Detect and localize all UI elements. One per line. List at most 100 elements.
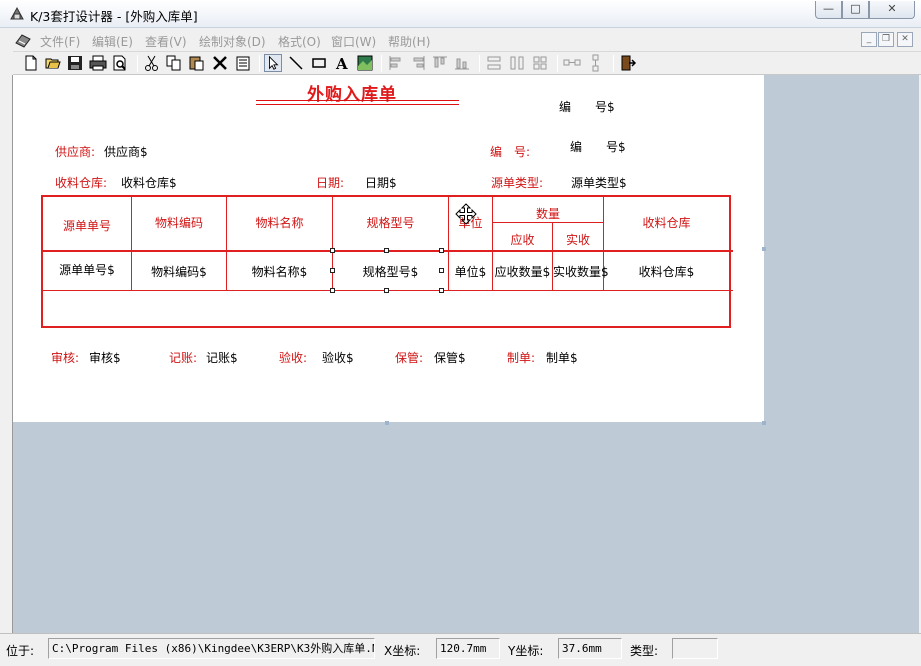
align-left-icon[interactable] <box>387 54 405 72</box>
open-folder-icon[interactable] <box>44 54 62 72</box>
header-quantity[interactable]: 数量 <box>493 205 603 222</box>
header-source-no[interactable]: 源单单号 <box>43 217 131 234</box>
toolbar: A <box>13 51 921 75</box>
cell-unit[interactable]: 单位$ <box>449 263 492 280</box>
status-type-label: 类型: <box>630 644 659 658</box>
cell-spec-model[interactable]: 规格型号$ <box>333 263 448 280</box>
header-material-name[interactable]: 物料名称 <box>227 214 332 231</box>
document-app-icon[interactable] <box>14 31 32 49</box>
menu-format[interactable]: 格式(O) <box>278 33 321 50</box>
align-top-icon[interactable] <box>431 54 449 72</box>
cell-receivable-qty[interactable]: 应收数量$ <box>493 263 552 280</box>
align-bottom-icon[interactable] <box>453 54 471 72</box>
exit-icon[interactable] <box>619 54 637 72</box>
selection-handle[interactable] <box>384 288 389 293</box>
close-button[interactable]: ✕ <box>869 1 915 19</box>
minimize-button[interactable]: — <box>815 1 842 19</box>
number-field-b[interactable]: 号$ <box>606 138 626 155</box>
inspection-label[interactable]: 验收: <box>279 349 307 366</box>
header-received[interactable]: 实收 <box>553 231 603 248</box>
selection-handle[interactable] <box>330 288 335 293</box>
table-border-bottom <box>41 326 731 328</box>
paste-icon[interactable] <box>188 54 206 72</box>
same-width-icon[interactable] <box>485 54 503 72</box>
report-page[interactable]: 外购入库单 编 号$ 供应商: 供应商$ 编 号: 编 号$ 收料仓库: 收料仓… <box>13 75 764 422</box>
move-cursor-icon <box>455 203 477 225</box>
page-resize-handle-right[interactable] <box>762 247 766 251</box>
menu-draw-object[interactable]: 绘制对象(D) <box>199 33 266 50</box>
source-type-label[interactable]: 源单类型: <box>491 174 543 191</box>
source-type-field[interactable]: 源单类型$ <box>571 174 627 191</box>
bookkeeping-label[interactable]: 记账: <box>169 349 197 366</box>
selection-handle[interactable] <box>439 288 444 293</box>
selection-handle[interactable] <box>330 248 335 253</box>
select-pointer-icon[interactable] <box>264 54 282 72</box>
warehouse-field[interactable]: 收料仓库$ <box>121 174 177 191</box>
selection-handle[interactable] <box>439 268 444 273</box>
mdi-minimize-button[interactable]: _ <box>861 32 877 47</box>
number-label[interactable]: 编 号: <box>490 143 530 160</box>
delete-icon[interactable] <box>211 54 229 72</box>
copy-icon[interactable] <box>165 54 183 72</box>
audit-label[interactable]: 审核: <box>51 349 79 366</box>
header-spec-model[interactable]: 规格型号 <box>333 214 448 231</box>
header-material-code[interactable]: 物料编码 <box>132 214 226 231</box>
bookkeeping-field[interactable]: 记账$ <box>206 349 238 366</box>
mdi-restore-button[interactable]: ❐ <box>878 32 894 47</box>
date-field[interactable]: 日期$ <box>365 174 397 191</box>
inspection-field[interactable]: 验收$ <box>322 349 354 366</box>
selection-handle[interactable] <box>439 248 444 253</box>
same-height-icon[interactable] <box>508 54 526 72</box>
form-title[interactable]: 外购入库单 <box>307 80 397 105</box>
space-horizontal-icon[interactable] <box>563 54 581 72</box>
preparer-label[interactable]: 制单: <box>507 349 535 366</box>
page-resize-handle-bottom[interactable] <box>385 421 389 425</box>
draw-line-icon[interactable] <box>287 54 305 72</box>
custody-field[interactable]: 保管$ <box>434 349 466 366</box>
print-icon[interactable] <box>89 54 107 72</box>
header-receivable[interactable]: 应收 <box>493 231 552 248</box>
menu-help[interactable]: 帮助(H) <box>388 33 430 50</box>
new-file-icon[interactable] <box>22 54 40 72</box>
quantity-subheader-divider <box>492 222 603 223</box>
audit-field[interactable]: 审核$ <box>89 349 121 366</box>
mdi-close-button[interactable]: ✕ <box>897 32 913 47</box>
print-preview-icon[interactable] <box>111 54 129 72</box>
detail-table[interactable]: 源单单号 物料编码 物料名称 规格型号 单位 数量 应收 实收 收料仓库 源单单… <box>41 195 733 328</box>
menu-view[interactable]: 查看(V) <box>145 33 187 50</box>
same-size-icon[interactable] <box>531 54 549 72</box>
custody-label[interactable]: 保管: <box>395 349 423 366</box>
table-border-top <box>41 195 731 197</box>
menu-window[interactable]: 窗口(W) <box>331 33 376 50</box>
supplier-label[interactable]: 供应商: <box>55 143 95 160</box>
top-number-field-a[interactable]: 编 <box>559 98 571 115</box>
warehouse-label[interactable]: 收料仓库: <box>55 174 107 191</box>
date-label[interactable]: 日期: <box>316 174 344 191</box>
cell-warehouse[interactable]: 收料仓库$ <box>604 263 729 280</box>
draw-image-icon[interactable] <box>356 54 374 72</box>
supplier-field[interactable]: 供应商$ <box>104 143 148 160</box>
maximize-button[interactable]: □ <box>842 1 869 19</box>
preparer-field[interactable]: 制单$ <box>546 349 578 366</box>
cut-icon[interactable] <box>143 54 161 72</box>
draw-text-icon[interactable]: A <box>333 54 351 72</box>
page-resize-handle-corner[interactable] <box>762 421 766 425</box>
selection-handle[interactable] <box>330 268 335 273</box>
properties-icon[interactable] <box>234 54 252 72</box>
top-number-field-b[interactable]: 号$ <box>595 98 615 115</box>
menu-edit[interactable]: 编辑(E) <box>92 33 133 50</box>
space-vertical-icon[interactable] <box>587 54 605 72</box>
cell-received-qty[interactable]: 实收数量$ <box>553 263 609 280</box>
design-workspace[interactable]: 外购入库单 编 号$ 供应商: 供应商$ 编 号: 编 号$ 收料仓库: 收料仓… <box>12 75 919 633</box>
window-title-bar[interactable]: K/3套打设计器 - [外购入库单] — □ ✕ <box>0 0 921 28</box>
menu-file[interactable]: 文件(F) <box>40 33 80 50</box>
cell-material-code[interactable]: 物料编码$ <box>132 263 226 280</box>
selection-handle[interactable] <box>384 248 389 253</box>
draw-rectangle-icon[interactable] <box>310 54 328 72</box>
cell-source-no[interactable]: 源单单号$ <box>43 261 131 278</box>
save-icon[interactable] <box>66 54 84 72</box>
align-right-icon[interactable] <box>409 54 427 72</box>
number-field-a[interactable]: 编 <box>570 138 582 155</box>
cell-material-name[interactable]: 物料名称$ <box>227 263 332 280</box>
header-warehouse[interactable]: 收料仓库 <box>604 214 729 231</box>
